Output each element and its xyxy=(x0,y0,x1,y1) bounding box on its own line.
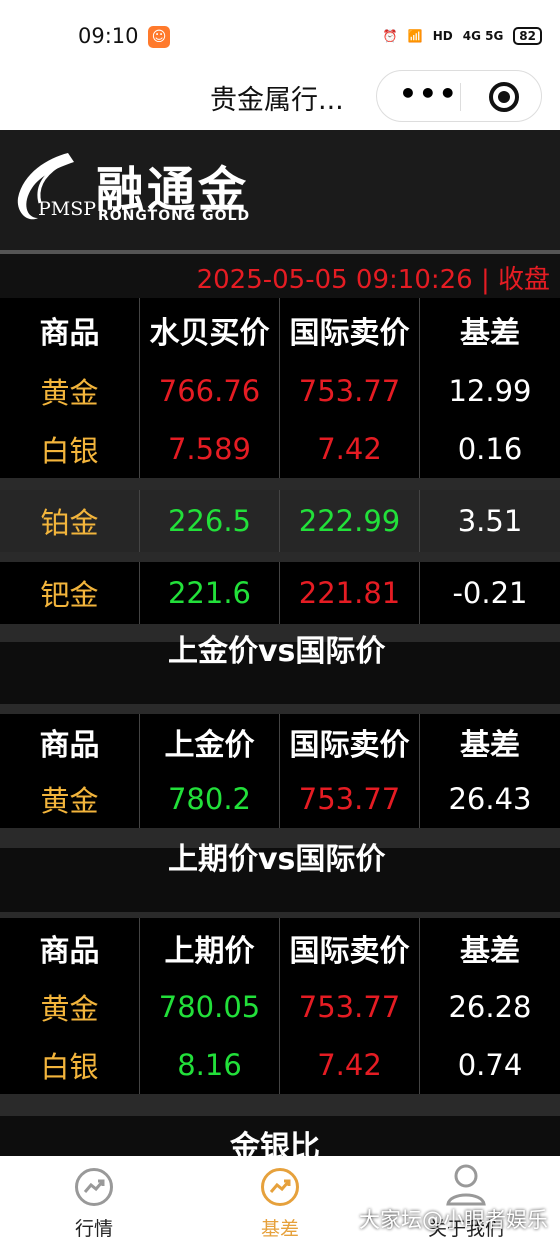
chart-trend-icon xyxy=(261,1168,299,1206)
column-header: 国际卖价 xyxy=(280,918,420,978)
commodity-name: 黄金 xyxy=(0,978,140,1036)
section-title-ratio: 金银比 xyxy=(0,1116,560,1156)
brand-header: PMSP 融通金 RONGTONG GOLD xyxy=(0,130,560,250)
commodity-name: 黄金 xyxy=(0,770,140,828)
table-row: 钯金 221.6 221.81 -0.21 xyxy=(0,562,560,624)
tab-label: 基差 xyxy=(260,1218,299,1240)
sge-price: 780.2 xyxy=(140,770,280,828)
row-separator xyxy=(0,478,560,490)
section-title-sge: 上金价vs国际价 xyxy=(0,634,560,704)
logo-pmsp-text: PMSP xyxy=(38,198,97,220)
logo-english-name: RONGTONG GOLD xyxy=(98,208,251,224)
section-title-shfe: 上期价vs国际价 xyxy=(0,842,560,912)
commodity-name: 铂金 xyxy=(0,490,140,552)
tab-basis[interactable]: 基差 xyxy=(220,1168,340,1241)
section-separator xyxy=(0,704,560,714)
intl-sell-price: 753.77 xyxy=(280,770,420,828)
more-icon[interactable]: ••• xyxy=(399,77,459,110)
shfe-price: 8.16 xyxy=(140,1036,280,1094)
intl-sell-price: 7.42 xyxy=(280,420,420,478)
column-header: 国际卖价 xyxy=(280,714,420,770)
basis-value: 26.43 xyxy=(448,782,532,816)
section-heading: 上期价vs国际价 xyxy=(168,842,386,877)
column-header: 商品 xyxy=(0,298,140,362)
basis-value: -0.21 xyxy=(452,576,528,610)
commodity-name: 白银 xyxy=(0,1036,140,1094)
wifi-icon: 📶 xyxy=(407,29,423,43)
commodity-name: 钯金 xyxy=(0,562,140,624)
intl-sell-price: 222.99 xyxy=(280,490,420,552)
tab-label: 行情 xyxy=(74,1218,113,1240)
intl-sell-price: 221.81 xyxy=(280,562,420,624)
update-timestamp: 2025-05-05 09:10:26 | 收盘 xyxy=(196,265,550,295)
basis-value: 12.99 xyxy=(448,374,532,408)
app-notification-icon: ☺ xyxy=(148,26,170,48)
buy-price: 766.76 xyxy=(140,362,280,420)
table-row: 白银 7.589 7.42 0.16 xyxy=(0,420,560,478)
signal-icon: 4G 5G xyxy=(462,29,504,43)
column-header: 基差 xyxy=(460,728,520,763)
column-header: 商品 xyxy=(0,714,140,770)
column-header: 基差 xyxy=(460,934,520,969)
intl-sell-price: 7.42 xyxy=(280,1036,420,1094)
column-header: 水贝买价 xyxy=(140,298,280,362)
table-row: 白银 8.16 7.42 0.74 xyxy=(0,1036,560,1094)
close-target-icon[interactable] xyxy=(489,82,519,112)
section-heading: 金银比 xyxy=(230,1130,320,1156)
table-row: 黄金 780.2 753.77 26.43 xyxy=(0,770,560,828)
column-header: 国际卖价 xyxy=(280,298,420,362)
shfe-price: 780.05 xyxy=(140,978,280,1036)
basis-value: 26.28 xyxy=(448,990,532,1024)
chart-trend-icon xyxy=(75,1168,113,1206)
update-time-bar: 2025-05-05 09:10:26 | 收盘 xyxy=(0,254,560,298)
intl-sell-price: 753.77 xyxy=(280,978,420,1036)
column-header: 上金价 xyxy=(140,714,280,770)
tab-quotes[interactable]: 行情 xyxy=(34,1168,154,1241)
commodity-name: 白银 xyxy=(0,420,140,478)
column-header: 上期价 xyxy=(140,918,280,978)
watermark: 大家坛@小眼者娱乐 xyxy=(359,1208,548,1232)
section-heading: 上金价vs国际价 xyxy=(168,634,386,669)
commodity-name: 黄金 xyxy=(0,362,140,420)
table-row: 黄金 766.76 753.77 12.99 xyxy=(0,362,560,420)
basis-value: 3.51 xyxy=(457,504,523,538)
capsule-divider xyxy=(460,83,461,111)
table-row: 黄金 780.05 753.77 26.28 xyxy=(0,978,560,1036)
alarm-icon: ⏰ xyxy=(382,29,398,43)
basis-value: 0.16 xyxy=(457,432,523,466)
buy-price: 221.6 xyxy=(140,562,280,624)
user-icon xyxy=(446,1164,486,1206)
buy-price: 7.589 xyxy=(140,420,280,478)
status-icons: ⏰ 📶 HD 4G 5G 82 xyxy=(383,27,542,45)
table3-header-row: 商品 上期价 国际卖价 基差 xyxy=(0,918,560,978)
column-header: 商品 xyxy=(0,918,140,978)
basis-value: 0.74 xyxy=(457,1048,523,1082)
hd-icon: HD xyxy=(432,29,453,43)
status-bar: 09:10 ☺ ⏰ 📶 HD 4G 5G 82 xyxy=(0,0,560,70)
battery-icon: 82 xyxy=(513,27,542,45)
mini-program-titlebar: 贵金属行... ••• xyxy=(0,70,560,130)
intl-sell-price: 753.77 xyxy=(280,362,420,420)
table2-header-row: 商品 上金价 国际卖价 基差 xyxy=(0,714,560,770)
buy-price: 226.5 xyxy=(140,490,280,552)
table1-header-row: 商品 水贝买价 国际卖价 基差 xyxy=(0,298,560,362)
column-header: 基差 xyxy=(460,316,520,351)
page-title: 贵金属行... xyxy=(210,85,344,116)
row-separator xyxy=(0,552,560,562)
clock: 09:10 xyxy=(78,24,139,48)
table-row: 铂金 226.5 222.99 3.51 xyxy=(0,490,560,552)
section-separator xyxy=(0,1094,560,1116)
capsule-menu[interactable]: ••• xyxy=(376,70,542,122)
